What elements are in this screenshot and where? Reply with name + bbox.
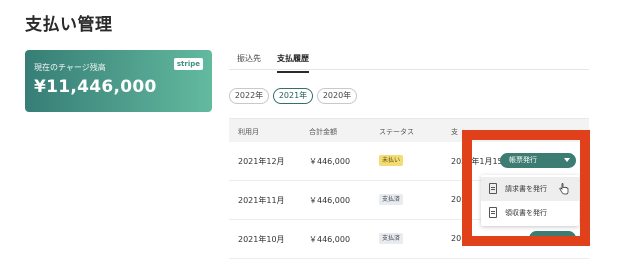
year-filter-2020[interactable]: 2020年 bbox=[317, 88, 357, 104]
tab-bar: 振込先 支払履歴 bbox=[229, 48, 589, 73]
header-status: ステータス bbox=[379, 128, 414, 136]
hand-cursor-icon bbox=[559, 183, 569, 195]
status-badge: 未払い bbox=[379, 155, 404, 166]
year-filter-2022[interactable]: 2022年 bbox=[229, 88, 269, 104]
header-usage-month: 利用月 bbox=[238, 128, 259, 136]
row-amount: ￥446,000 bbox=[309, 196, 351, 205]
tab-payment-history[interactable]: 支払履歴 bbox=[277, 53, 309, 73]
row-amount: ￥446,000 bbox=[309, 235, 351, 244]
stripe-logo: stripe bbox=[173, 58, 203, 70]
row-payment-date: 20 bbox=[451, 234, 462, 243]
balance-label: 現在のチャージ残高 bbox=[34, 63, 106, 72]
row-month: 2021年11月 bbox=[238, 196, 285, 205]
year-filter-2021[interactable]: 2021年 bbox=[273, 88, 313, 104]
header-payment-date: 支 bbox=[451, 128, 458, 136]
tab-transfer-destination[interactable]: 振込先 bbox=[237, 53, 261, 71]
row-payment-date: 20 bbox=[451, 195, 462, 204]
status-badge: 支払済 bbox=[379, 233, 404, 244]
row-month: 2021年10月 bbox=[238, 235, 285, 244]
balance-amount: ¥11,446,000 bbox=[34, 77, 157, 97]
page-title: 支払い管理 bbox=[25, 15, 113, 35]
status-badge: 支払済 bbox=[379, 194, 404, 205]
row-month: 2021年12月 bbox=[238, 157, 285, 166]
row-amount: ￥446,000 bbox=[309, 157, 351, 166]
highlight-box bbox=[462, 130, 590, 246]
header-total-amount: 合計金額 bbox=[309, 128, 337, 136]
balance-card: 現在のチャージ残高 ¥11,446,000 stripe bbox=[25, 50, 212, 112]
